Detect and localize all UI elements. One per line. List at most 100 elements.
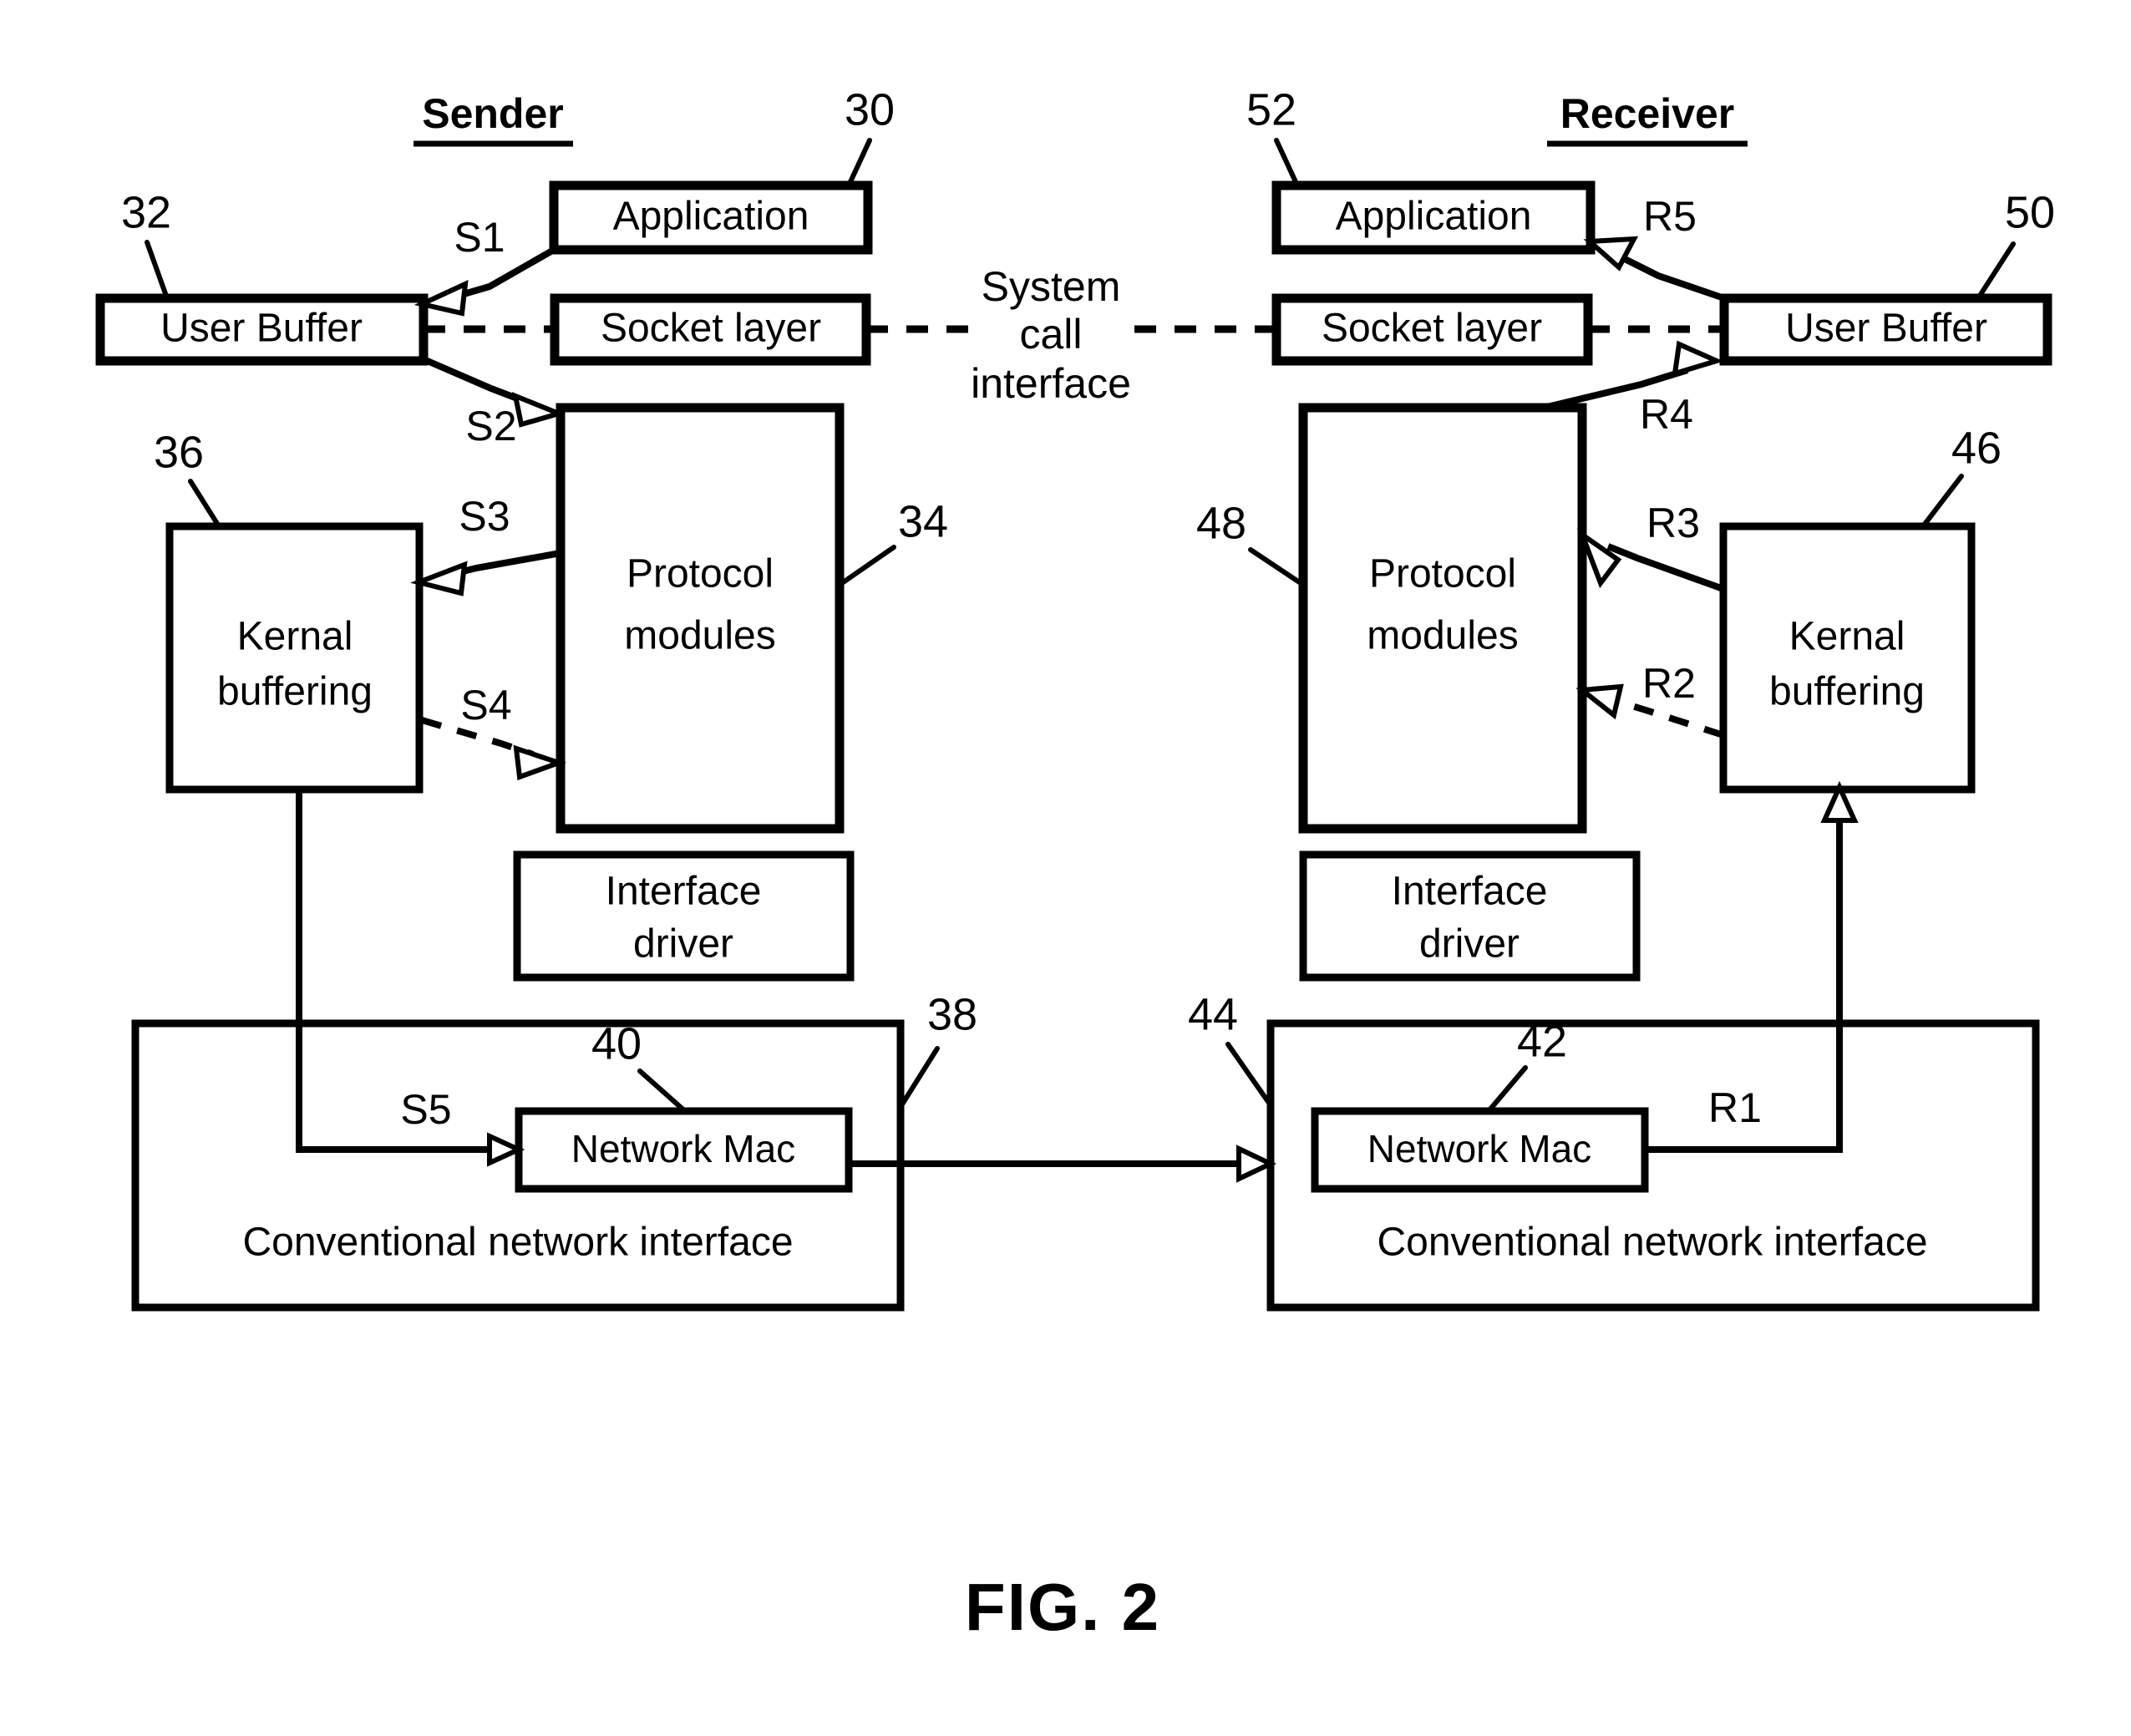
receiver-network-mac-ref-callout: 42: [1486, 1016, 1567, 1114]
sender-application-box[interactable]: Application: [549, 180, 873, 255]
receiver-network-interface-leader: [1225, 1042, 1273, 1108]
arrow-R1: R1: [1645, 780, 1859, 1153]
sender-kernal-buffering-label-1: Kernal: [237, 615, 353, 659]
network-link-head: [1236, 1145, 1277, 1183]
arrow-S5: S5: [296, 789, 525, 1167]
receiver-user-buffer-leader: [1976, 241, 2016, 301]
arrow-R2-head: [1575, 683, 1624, 720]
receiver-application-box[interactable]: Application: [1271, 180, 1596, 255]
receiver-protocol-modules-leader: [1248, 547, 1306, 587]
receiver-network-interface-ref-callout: 44: [1188, 989, 1273, 1108]
sender-interface-driver-box[interactable]: Interface driver: [513, 850, 855, 982]
sender-interface-driver-label-1: Interface: [606, 870, 762, 914]
arrow-R5-path: [1615, 251, 1726, 302]
arrow-S2-head: [511, 392, 567, 428]
arrow-S2-label: S2: [465, 403, 516, 449]
sender-socket-layer-box[interactable]: Socket layer: [550, 293, 871, 366]
receiver-user-buffer-ref-callout: 50: [1976, 187, 2055, 301]
sender-kernal-buffering-ref-callout: 36: [154, 427, 221, 529]
arrow-S1: S1: [414, 214, 556, 317]
sender-heading-group: Sender: [414, 90, 573, 147]
sender-protocol-modules-label-1: Protocol: [627, 552, 774, 596]
arrow-R3-path: [1606, 543, 1725, 592]
sender-protocol-modules-label-2: modules: [624, 614, 775, 658]
patent-figure: Sender Receiver Application 30 User Buff…: [0, 0, 2131, 1736]
receiver-kernal-buffering-label-2: buffering: [1769, 670, 1925, 714]
receiver-protocol-modules-ref-callout: 48: [1196, 498, 1306, 587]
sender-protocol-modules-ref-callout: 34: [837, 496, 948, 587]
receiver-kernal-buffering-leader: [1920, 474, 1964, 529]
receiver-interface-driver-label-2: driver: [1419, 922, 1520, 967]
receiver-application-leader: [1274, 138, 1300, 188]
receiver-kernal-buffering-ref: 46: [1951, 423, 2002, 473]
arrow-R5-label: R5: [1643, 193, 1697, 240]
arrow-S1-head: [414, 280, 469, 317]
sender-protocol-modules-leader: [837, 545, 896, 587]
sender-network-interface-leader: [898, 1046, 940, 1109]
arrow-R4-label: R4: [1640, 391, 1693, 438]
arrow-S4: S4: [420, 682, 567, 781]
receiver-interface-driver-label-1: Interface: [1392, 870, 1548, 914]
sender-user-buffer-ref: 32: [121, 187, 171, 237]
system-call-note-line1: System: [982, 263, 1121, 310]
sender-network-mac-label: Network Mac: [571, 1127, 795, 1170]
system-call-interface-note: System call interface: [971, 263, 1131, 407]
system-call-note-line3: interface: [971, 360, 1131, 407]
arrow-R2: R2: [1575, 660, 1725, 739]
receiver-application-ref: 52: [1246, 84, 1296, 135]
receiver-kernal-buffering-box[interactable]: Kernal buffering: [1719, 522, 1976, 794]
figure-caption: FIG. 2: [965, 1570, 1160, 1644]
sender-protocol-modules-box[interactable]: Protocol modules: [556, 403, 845, 834]
receiver-network-mac-ref: 42: [1517, 1016, 1567, 1066]
receiver-network-mac-label: Network Mac: [1367, 1127, 1591, 1170]
sender-network-interface-ref-callout: 38: [898, 989, 977, 1109]
sender-network-mac-box[interactable]: Network Mac: [515, 1107, 853, 1193]
arrow-R3-label: R3: [1646, 500, 1700, 546]
receiver-protocol-modules-ref: 48: [1196, 498, 1246, 548]
arrow-R5: R5: [1583, 193, 1726, 302]
arrow-S2: S2: [422, 356, 567, 449]
arrow-S4-label: S4: [460, 682, 511, 728]
receiver-socket-layer-label: Socket layer: [1322, 307, 1542, 351]
sender-kernal-buffering-ref: 36: [154, 427, 204, 477]
receiver-user-buffer-ref: 50: [2005, 187, 2055, 237]
arrow-R2-label: R2: [1642, 660, 1696, 707]
receiver-socket-layer-box[interactable]: Socket layer: [1271, 293, 1593, 366]
sender-network-interface-label: Conventional network interface: [242, 1221, 793, 1265]
arrow-R4-head: [1672, 340, 1724, 378]
arrow-R1-label: R1: [1708, 1084, 1762, 1131]
network-link: [849, 1145, 1277, 1183]
arrow-S3-head: [410, 561, 468, 596]
arrow-S4-head: [513, 744, 567, 781]
sender-user-buffer-box[interactable]: User Buffer: [95, 293, 429, 366]
arrow-S3-label: S3: [459, 493, 510, 540]
sender-heading: Sender: [422, 90, 564, 137]
sender-network-mac-leader: [637, 1069, 688, 1114]
arrow-S3: S3: [410, 493, 561, 596]
sender-kernal-buffering-box[interactable]: Kernal buffering: [165, 522, 424, 794]
receiver-network-mac-box[interactable]: Network Mac: [1311, 1107, 1649, 1193]
arrow-R3-head: [1576, 527, 1622, 589]
diagram-canvas: Sender Receiver Application 30 User Buff…: [95, 84, 2055, 1644]
arrow-S1-label: S1: [454, 214, 505, 261]
sender-user-buffer-leader: [145, 240, 170, 301]
receiver-network-interface-label: Conventional network interface: [1377, 1221, 1927, 1265]
receiver-interface-driver-box[interactable]: Interface driver: [1299, 850, 1641, 982]
arrow-S5-path: [296, 789, 491, 1153]
receiver-user-buffer-box[interactable]: User Buffer: [1719, 293, 2052, 366]
receiver-application-label: Application: [1336, 195, 1532, 239]
sender-kernal-buffering-leader: [188, 479, 221, 529]
sender-interface-driver-label-2: driver: [633, 922, 733, 967]
sender-application-label: Application: [613, 195, 809, 239]
sender-socket-layer-label: Socket layer: [601, 307, 821, 351]
receiver-protocol-modules-box[interactable]: Protocol modules: [1298, 403, 1587, 834]
receiver-network-interface-ref: 44: [1188, 989, 1238, 1039]
system-call-note-line2: call: [1019, 311, 1082, 358]
sender-network-interface-ref: 38: [927, 989, 977, 1039]
arrow-R3: R3: [1576, 500, 1725, 592]
sender-network-mac-ref-callout: 40: [591, 1018, 688, 1114]
arrow-S5-label: S5: [400, 1086, 451, 1133]
sender-application-leader: [846, 138, 872, 188]
receiver-application-ref-callout: 52: [1246, 84, 1300, 188]
receiver-heading: Receiver: [1560, 90, 1735, 137]
